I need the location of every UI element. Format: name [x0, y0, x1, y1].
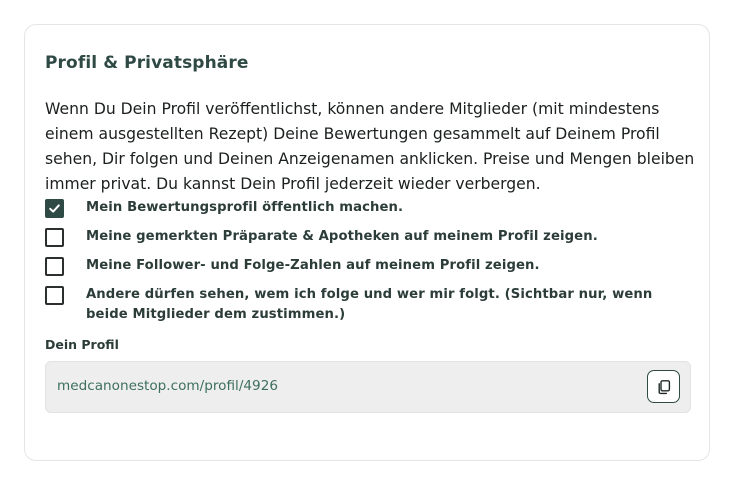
- option-saved-products[interactable]: Meine gemerkten Präparate & Apotheken au…: [45, 227, 685, 247]
- option-follower-counts[interactable]: Meine Follower- und Folge-Zahlen auf mei…: [45, 256, 685, 276]
- follow-visibility-checkbox[interactable]: [45, 286, 64, 305]
- follower-counts-checkbox[interactable]: [45, 257, 64, 276]
- public-profile-label: Mein Bewertungsprofil öffentlich machen.: [86, 200, 404, 215]
- follower-counts-label: Meine Follower- und Folge-Zahlen auf mei…: [86, 258, 540, 273]
- option-public-profile[interactable]: Mein Bewertungsprofil öffentlich machen.: [45, 198, 685, 218]
- saved-products-checkbox[interactable]: [45, 228, 64, 247]
- copy-icon: [658, 379, 670, 394]
- privacy-options: Mein Bewertungsprofil öffentlich machen.…: [45, 198, 685, 334]
- profile-privacy-card: Profil & Privatsphäre Wenn Du Dein Profi…: [24, 24, 710, 461]
- profile-url-text[interactable]: medcanonestop.com/profil/4926: [57, 378, 278, 394]
- follow-visibility-label: Andere dürfen sehen, wem ich folge und w…: [86, 287, 653, 322]
- public-profile-checkbox[interactable]: [45, 199, 64, 218]
- option-follow-visibility[interactable]: Andere dürfen sehen, wem ich folge und w…: [45, 285, 685, 325]
- section-title: Profil & Privatsphäre: [45, 53, 249, 73]
- section-description: Wenn Du Dein Profil veröffentlichst, kön…: [45, 100, 695, 193]
- profile-url-field: medcanonestop.com/profil/4926: [45, 361, 691, 413]
- copy-url-button[interactable]: [647, 370, 680, 403]
- saved-products-label: Meine gemerkten Präparate & Apotheken au…: [86, 229, 598, 244]
- profile-url-label: Dein Profil: [45, 337, 119, 352]
- checkmark-icon: [49, 204, 60, 213]
